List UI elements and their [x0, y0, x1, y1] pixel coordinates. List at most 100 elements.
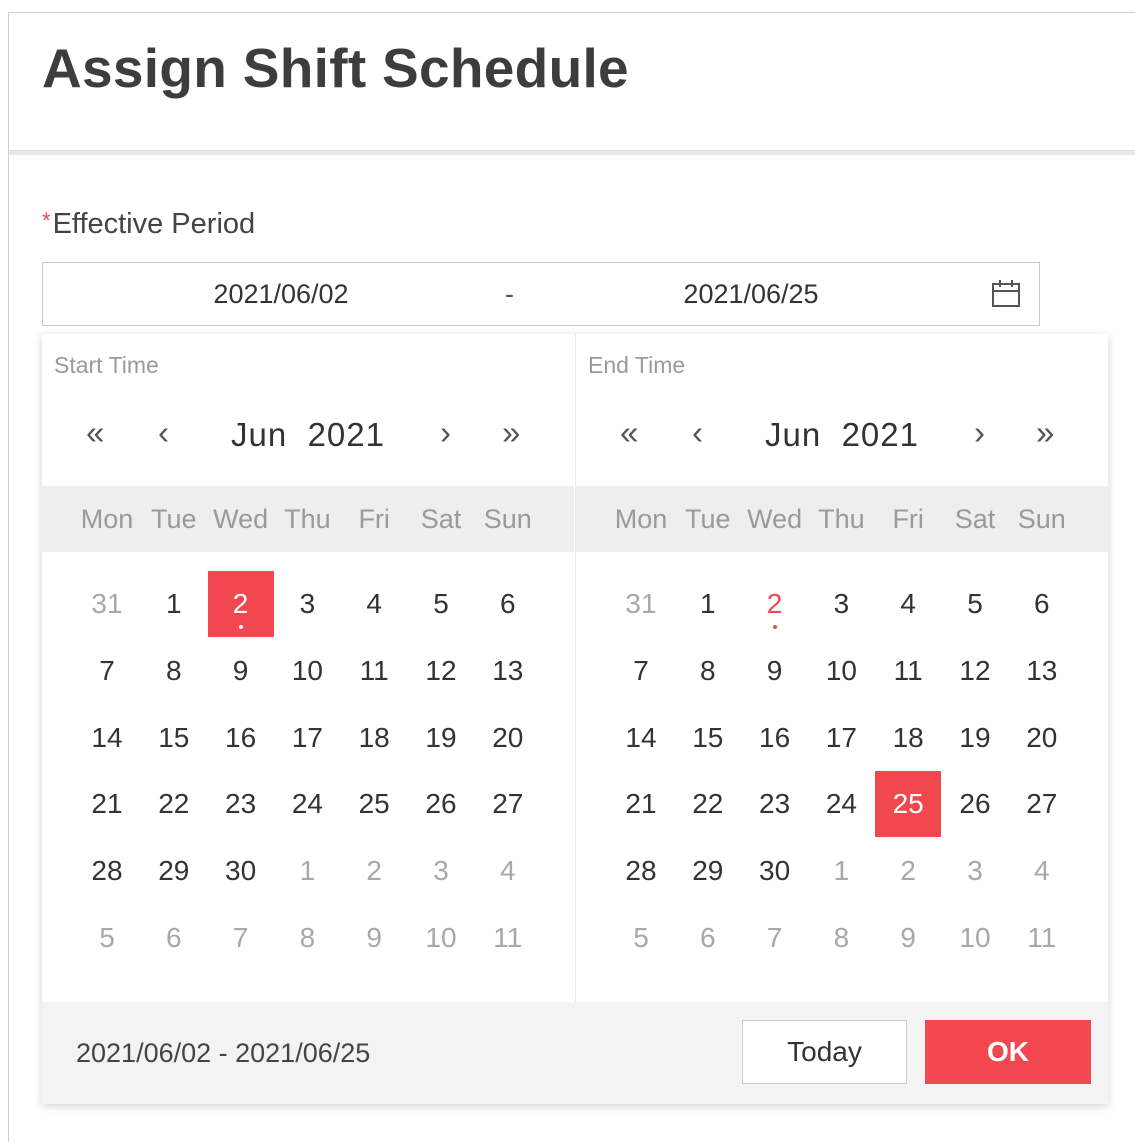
day-cell[interactable]: 7: [74, 638, 140, 704]
day-cell[interactable]: 31: [608, 571, 674, 637]
day-cell[interactable]: 13: [475, 638, 541, 704]
day-cell[interactable]: 11: [875, 638, 941, 704]
day-cell[interactable]: 24: [274, 771, 340, 837]
day-cell[interactable]: 13: [1009, 638, 1075, 704]
day-cell[interactable]: 7: [608, 638, 674, 704]
day-cell[interactable]: 10: [408, 905, 474, 971]
day-cell[interactable]: 11: [475, 905, 541, 971]
day-cell[interactable]: 7: [208, 905, 274, 971]
selected-day-cell[interactable]: 25: [875, 771, 942, 838]
day-cell[interactable]: 9: [742, 638, 808, 704]
day-cell[interactable]: 5: [408, 571, 474, 637]
day-cell[interactable]: 1: [274, 838, 340, 904]
day-cell[interactable]: 31: [74, 571, 140, 637]
day-cell[interactable]: 6: [1009, 571, 1075, 637]
next-month-icon[interactable]: ›: [974, 416, 985, 449]
month-label[interactable]: Jun: [231, 416, 287, 453]
day-cell[interactable]: 17: [808, 705, 874, 771]
day-cell[interactable]: 8: [675, 638, 741, 704]
day-cell[interactable]: 6: [475, 571, 541, 637]
day-cell[interactable]: 29: [141, 838, 207, 904]
day-cell[interactable]: 22: [141, 771, 207, 837]
day-cell[interactable]: 9: [208, 638, 274, 704]
day-cell[interactable]: 15: [141, 705, 207, 771]
day-cell[interactable]: 26: [408, 771, 474, 837]
day-cell[interactable]: 20: [475, 705, 541, 771]
next-year-icon[interactable]: »: [1036, 416, 1054, 449]
day-cell[interactable]: 17: [274, 705, 340, 771]
day-cell[interactable]: 18: [341, 705, 407, 771]
day-cell[interactable]: 28: [74, 838, 140, 904]
day-cell[interactable]: 29: [675, 838, 741, 904]
day-cell[interactable]: 7: [742, 905, 808, 971]
day-cell[interactable]: 4: [875, 571, 941, 637]
day-cell[interactable]: 26: [942, 771, 1008, 837]
day-cell[interactable]: 28: [608, 838, 674, 904]
end-date-value[interactable]: 2021/06/25: [601, 279, 901, 310]
day-cell[interactable]: 3: [808, 571, 874, 637]
day-cell[interactable]: 10: [274, 638, 340, 704]
day-cell[interactable]: 30: [742, 838, 808, 904]
day-cell[interactable]: 14: [74, 705, 140, 771]
day-cell[interactable]: 4: [475, 838, 541, 904]
start-date-value[interactable]: 2021/06/02: [131, 279, 431, 310]
day-cell[interactable]: 9: [341, 905, 407, 971]
day-cell[interactable]: 21: [74, 771, 140, 837]
day-cell[interactable]: 14: [608, 705, 674, 771]
day-cell[interactable]: 6: [141, 905, 207, 971]
month-label[interactable]: Jun: [765, 416, 821, 453]
day-cell[interactable]: 20: [1009, 705, 1075, 771]
day-cell[interactable]: 1: [675, 571, 741, 637]
day-cell[interactable]: 19: [408, 705, 474, 771]
day-cell[interactable]: 3: [408, 838, 474, 904]
day-cell[interactable]: 9: [875, 905, 941, 971]
day-cell[interactable]: 8: [808, 905, 874, 971]
day-cell[interactable]: 18: [875, 705, 941, 771]
day-cell[interactable]: 2: [742, 571, 808, 637]
month-year-title[interactable]: Jun 2021: [42, 416, 574, 454]
year-label[interactable]: 2021: [842, 416, 919, 453]
day-cell[interactable]: 5: [942, 571, 1008, 637]
day-cell[interactable]: 12: [942, 638, 1008, 704]
day-cell[interactable]: 27: [475, 771, 541, 837]
day-cell[interactable]: 5: [608, 905, 674, 971]
day-cell[interactable]: 16: [742, 705, 808, 771]
day-cell[interactable]: 8: [274, 905, 340, 971]
day-cell[interactable]: 1: [808, 838, 874, 904]
day-cell[interactable]: 10: [808, 638, 874, 704]
day-cell[interactable]: 22: [675, 771, 741, 837]
day-cell[interactable]: 11: [1009, 905, 1075, 971]
day-cell[interactable]: 11: [341, 638, 407, 704]
day-cell[interactable]: 2: [875, 838, 941, 904]
day-cell[interactable]: 4: [341, 571, 407, 637]
day-cell[interactable]: 2: [341, 838, 407, 904]
day-cell[interactable]: 19: [942, 705, 1008, 771]
day-cell[interactable]: 21: [608, 771, 674, 837]
day-cell[interactable]: 8: [141, 638, 207, 704]
year-label[interactable]: 2021: [308, 416, 385, 453]
day-cell[interactable]: 4: [1009, 838, 1075, 904]
ok-button[interactable]: OK: [925, 1020, 1091, 1084]
day-cell[interactable]: 27: [1009, 771, 1075, 837]
next-year-icon[interactable]: »: [502, 416, 520, 449]
day-cell[interactable]: 23: [742, 771, 808, 837]
day-cell[interactable]: 6: [675, 905, 741, 971]
day-cell[interactable]: 15: [675, 705, 741, 771]
day-cell[interactable]: 25: [341, 771, 407, 837]
day-cell[interactable]: 3: [942, 838, 1008, 904]
calendar-icon[interactable]: [991, 279, 1021, 309]
day-cell[interactable]: 30: [208, 838, 274, 904]
day-cell[interactable]: 23: [208, 771, 274, 837]
day-cell[interactable]: 24: [808, 771, 874, 837]
day-cell[interactable]: 3: [274, 571, 340, 637]
day-cell[interactable]: 5: [74, 905, 140, 971]
day-cell[interactable]: 12: [408, 638, 474, 704]
month-year-title[interactable]: Jun 2021: [576, 416, 1108, 454]
day-cell[interactable]: 10: [942, 905, 1008, 971]
today-button[interactable]: Today: [742, 1020, 907, 1084]
effective-period-input[interactable]: 2021/06/02 - 2021/06/25: [42, 262, 1040, 326]
day-cell[interactable]: 1: [141, 571, 207, 637]
next-month-icon[interactable]: ›: [440, 416, 451, 449]
day-cell[interactable]: 16: [208, 705, 274, 771]
selected-day-cell[interactable]: 2: [207, 571, 274, 637]
